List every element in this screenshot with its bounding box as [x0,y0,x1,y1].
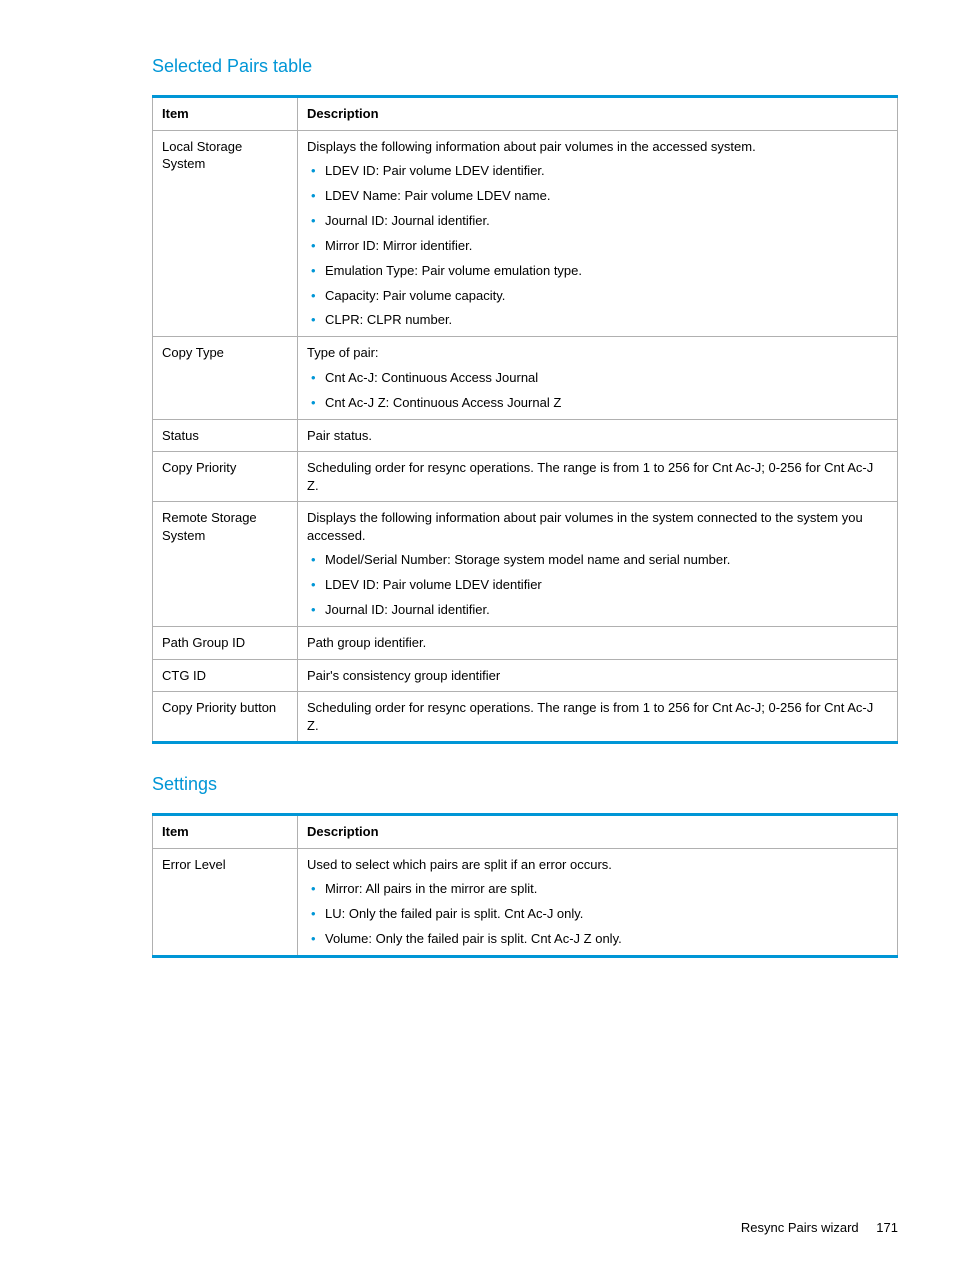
table-row: Copy Priority button Scheduling order fo… [153,692,898,743]
page-number: 171 [876,1220,898,1235]
item-cell: Remote Storage System [153,502,298,627]
desc-cell: Pair's consistency group identifier [298,659,898,692]
item-cell: Copy Priority [153,452,298,502]
bullet-list: Cnt Ac-J: Continuous Access Journal Cnt … [307,370,888,412]
list-item: Journal ID: Journal identifier. [307,213,888,230]
page-content: Selected Pairs table Item Description Lo… [152,56,898,958]
list-item: Mirror ID: Mirror identifier. [307,238,888,255]
selected-pairs-table: Item Description Local Storage System Di… [152,95,898,744]
list-item: CLPR: CLPR number. [307,312,888,329]
desc-cell: Path group identifier. [298,627,898,660]
table-row: Error Level Used to select which pairs a… [153,848,898,956]
footer-text: Resync Pairs wizard [741,1220,859,1235]
table-header-row: Item Description [153,815,898,849]
item-cell: Path Group ID [153,627,298,660]
list-item: LDEV ID: Pair volume LDEV identifier [307,577,888,594]
col-header-item: Item [153,97,298,131]
table-row: CTG ID Pair's consistency group identifi… [153,659,898,692]
page-footer: Resync Pairs wizard 171 [741,1220,898,1235]
desc-cell: Scheduling order for resync operations. … [298,452,898,502]
table-row: Status Pair status. [153,419,898,452]
list-item: Model/Serial Number: Storage system mode… [307,552,888,569]
item-cell: Status [153,419,298,452]
table-row: Local Storage System Displays the follow… [153,130,898,337]
desc-cell: Type of pair: Cnt Ac-J: Continuous Acces… [298,337,898,419]
item-cell: CTG ID [153,659,298,692]
item-cell: Copy Type [153,337,298,419]
list-item: LU: Only the failed pair is split. Cnt A… [307,906,888,923]
bullet-list: Mirror: All pairs in the mirror are spli… [307,881,888,948]
selected-pairs-heading: Selected Pairs table [152,56,898,77]
desc-lead: Displays the following information about… [307,510,863,543]
table-row: Copy Type Type of pair: Cnt Ac-J: Contin… [153,337,898,419]
desc-cell: Displays the following information about… [298,130,898,337]
desc-cell: Displays the following information about… [298,502,898,627]
desc-lead: Displays the following information about… [307,139,756,154]
table-row: Path Group ID Path group identifier. [153,627,898,660]
col-header-item: Item [153,815,298,849]
col-header-description: Description [298,815,898,849]
table-row: Remote Storage System Displays the follo… [153,502,898,627]
bullet-list: LDEV ID: Pair volume LDEV identifier. LD… [307,163,888,329]
item-cell: Local Storage System [153,130,298,337]
list-item: Emulation Type: Pair volume emulation ty… [307,263,888,280]
list-item: Cnt Ac-J Z: Continuous Access Journal Z [307,395,888,412]
list-item: Volume: Only the failed pair is split. C… [307,931,888,948]
list-item: LDEV ID: Pair volume LDEV identifier. [307,163,888,180]
bullet-list: Model/Serial Number: Storage system mode… [307,552,888,619]
table-row: Copy Priority Scheduling order for resyn… [153,452,898,502]
list-item: Cnt Ac-J: Continuous Access Journal [307,370,888,387]
list-item: Capacity: Pair volume capacity. [307,288,888,305]
item-cell: Error Level [153,848,298,956]
item-cell: Copy Priority button [153,692,298,743]
list-item: Journal ID: Journal identifier. [307,602,888,619]
desc-cell: Pair status. [298,419,898,452]
desc-cell: Scheduling order for resync operations. … [298,692,898,743]
settings-table: Item Description Error Level Used to sel… [152,813,898,958]
table-header-row: Item Description [153,97,898,131]
desc-cell: Used to select which pairs are split if … [298,848,898,956]
col-header-description: Description [298,97,898,131]
settings-heading: Settings [152,774,898,795]
desc-lead: Used to select which pairs are split if … [307,857,612,872]
desc-lead: Type of pair: [307,345,379,360]
list-item: Mirror: All pairs in the mirror are spli… [307,881,888,898]
list-item: LDEV Name: Pair volume LDEV name. [307,188,888,205]
